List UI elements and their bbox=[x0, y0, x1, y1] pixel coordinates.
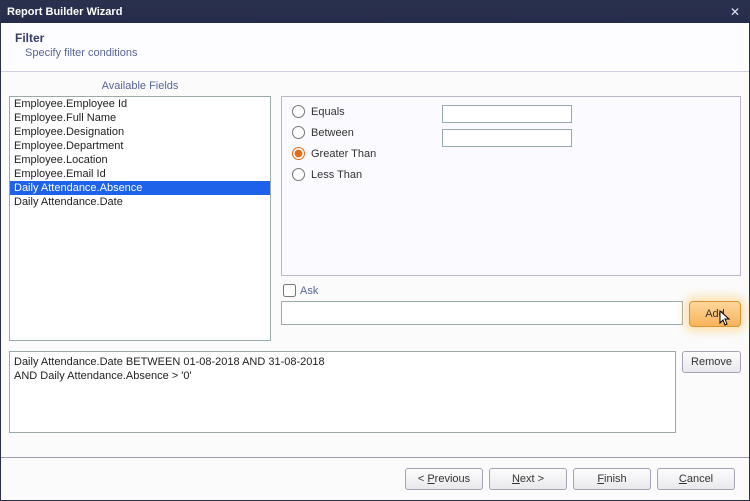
radio-greater-than-input[interactable] bbox=[292, 147, 305, 160]
next-button[interactable]: Next > bbox=[489, 468, 567, 490]
radio-equals-input[interactable] bbox=[292, 105, 305, 118]
wizard-body: Available Fields Employee.Employee IdEmp… bbox=[1, 72, 749, 457]
list-item[interactable]: Employee.Location bbox=[10, 153, 270, 167]
list-item[interactable]: Daily Attendance.Date bbox=[10, 195, 270, 209]
wizard-footer: < Previous Next > Finish Cancel bbox=[1, 457, 749, 500]
value-inputs bbox=[442, 105, 572, 267]
previous-button[interactable]: < Previous bbox=[405, 468, 483, 490]
add-button-label: Add bbox=[705, 308, 725, 320]
radio-between[interactable]: Between bbox=[292, 126, 422, 139]
ask-row: Ask bbox=[283, 284, 741, 297]
radio-greater-than-label: Greater Than bbox=[311, 148, 376, 160]
list-item[interactable]: Employee.Designation bbox=[10, 125, 270, 139]
ask-checkbox[interactable] bbox=[283, 284, 296, 297]
available-fields-label: Available Fields bbox=[9, 78, 271, 96]
remove-button[interactable]: Remove bbox=[682, 351, 741, 373]
expression-row: Add bbox=[281, 301, 741, 327]
value2-input[interactable] bbox=[442, 129, 572, 147]
condition-radios: Equals Between Greater Than Less Th bbox=[292, 105, 422, 267]
radio-equals-label: Equals bbox=[311, 106, 345, 118]
radio-less-than[interactable]: Less Than bbox=[292, 168, 422, 181]
list-item[interactable]: Employee.Full Name bbox=[10, 111, 270, 125]
window-title: Report Builder Wizard bbox=[7, 6, 122, 18]
available-fields-list[interactable]: Employee.Employee IdEmployee.Full NameEm… bbox=[9, 96, 271, 341]
condition-panel: Equals Between Greater Than Less Th bbox=[281, 96, 741, 276]
wizard-step-subtitle: Specify filter conditions bbox=[25, 47, 735, 59]
expression-input[interactable] bbox=[281, 301, 683, 325]
condition-column: Equals Between Greater Than Less Th bbox=[281, 96, 741, 341]
radio-less-than-label: Less Than bbox=[311, 169, 362, 181]
results-box[interactable]: Daily Attendance.Date BETWEEN 01-08-2018… bbox=[9, 351, 676, 433]
wizard-step-title: Filter bbox=[15, 31, 735, 45]
titlebar: Report Builder Wizard ✕ bbox=[1, 1, 749, 23]
list-item[interactable]: Employee.Email Id bbox=[10, 167, 270, 181]
radio-between-label: Between bbox=[311, 127, 354, 139]
upper-area: Available Fields Employee.Employee IdEmp… bbox=[9, 78, 741, 341]
value1-input[interactable] bbox=[442, 105, 572, 123]
list-item[interactable]: Daily Attendance.Absence bbox=[10, 181, 270, 195]
radio-equals[interactable]: Equals bbox=[292, 105, 422, 118]
radio-between-input[interactable] bbox=[292, 126, 305, 139]
list-item[interactable]: Employee.Department bbox=[10, 139, 270, 153]
radio-greater-than[interactable]: Greater Than bbox=[292, 147, 422, 160]
ask-label: Ask bbox=[300, 285, 318, 297]
available-fields-column: Available Fields Employee.Employee IdEmp… bbox=[9, 78, 271, 341]
results-row: Daily Attendance.Date BETWEEN 01-08-2018… bbox=[9, 351, 741, 433]
cancel-button[interactable]: Cancel bbox=[657, 468, 735, 490]
wizard-window: Report Builder Wizard ✕ Filter Specify f… bbox=[0, 0, 750, 501]
finish-button[interactable]: Finish bbox=[573, 468, 651, 490]
add-button[interactable]: Add bbox=[689, 301, 741, 327]
list-item[interactable]: Employee.Employee Id bbox=[10, 97, 270, 111]
close-icon[interactable]: ✕ bbox=[727, 5, 743, 19]
wizard-header: Filter Specify filter conditions bbox=[1, 23, 749, 72]
radio-less-than-input[interactable] bbox=[292, 168, 305, 181]
